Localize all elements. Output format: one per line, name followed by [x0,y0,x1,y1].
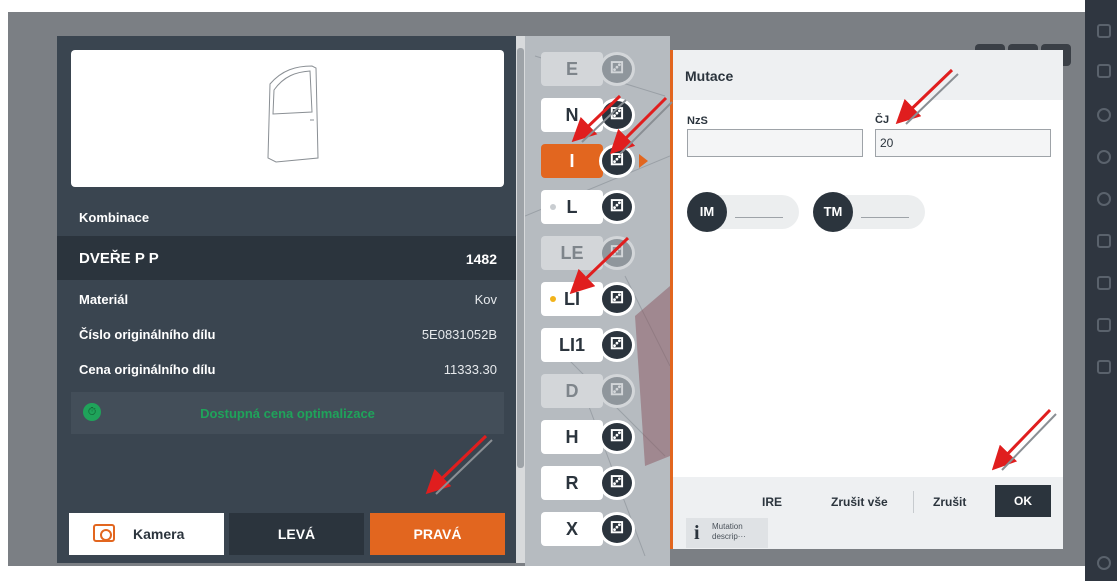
menu-icon[interactable] [1097,24,1111,38]
part-name: DVEŘE P P [79,250,159,267]
view-tile-label: X [541,512,603,546]
cj-input[interactable] [875,129,1051,157]
view-tile-label: LE [541,236,603,270]
view-toggle-icon[interactable]: ⚂ [599,512,635,546]
mutation-dialog-footer: IRE Zrušit vše Zrušit OK i Mutation descr… [673,477,1063,549]
view-tile[interactable]: R ⚂ [541,466,641,500]
status-dot [550,296,556,302]
mutation-dialog-title: Mutace [685,68,734,84]
view-tile[interactable]: N ⚂ [541,98,641,132]
view-toggle-icon[interactable]: ⚂ [599,98,635,132]
view-tile-label: E [541,52,603,86]
status-dot [550,204,556,210]
view-tile: D ⚂ [541,374,641,408]
car-icon[interactable] [1097,64,1111,78]
view-toggle-icon[interactable]: ⚂ [599,466,635,500]
view-toggle-icon[interactable]: ⚂ [599,328,635,362]
camera-button-label: Kamera [133,526,185,542]
part-image-card [71,50,504,187]
view-tile: E ⚂ [541,52,641,86]
ok-button[interactable]: OK [995,485,1051,517]
view-tile-label: D [541,374,603,408]
original-part-number-row: Číslo originálního dílu 5E0831052B [79,327,497,342]
view-toggle-icon[interactable]: ⚂ [599,52,635,86]
view-toggle-icon[interactable]: ⚂ [599,236,635,270]
price-optimization-banner[interactable]: ⏱ Dostupná cena optimalizace [71,392,504,434]
view-tile-label: R [541,466,603,500]
nzs-label: NzS [687,115,708,127]
bottom-strip [0,566,1085,581]
document-icon[interactable] [1097,318,1111,332]
monitor-icon[interactable] [1097,276,1111,290]
view-tile[interactable]: LI ⚂ [541,282,641,316]
info-sidebar-icon[interactable] [1097,556,1111,570]
mutation-description-line2: descrip··· [712,532,746,541]
cancel-button[interactable]: Zrušit [933,495,966,509]
original-part-price-row: Cena originálního dílu 11333.30 [79,362,497,377]
tm-badge: TM [813,192,853,232]
tm-value-line [861,217,909,218]
info-icon: i [694,522,700,544]
view-tile[interactable]: LI1 ⚂ [541,328,641,362]
document-edit-icon[interactable] [1097,360,1111,374]
panel-scrollbar[interactable] [516,36,525,563]
cancel-all-button[interactable]: Zrušit vše [831,495,888,509]
view-tile[interactable]: L ⚂ [541,190,641,224]
part-row[interactable]: DVEŘE P P 1482 [57,236,519,280]
mutation-dialog: Mutace NzS ČJ IM TM IRE Zrušit vše Zruši… [670,50,1063,549]
nzs-input[interactable] [687,129,863,157]
view-toggle-icon[interactable]: ⚂ [599,190,635,224]
part-info-panel: Kombinace DVEŘE P P 1482 Materiál Kov Čí… [57,36,519,563]
cj-label: ČJ [875,114,890,126]
price-optimization-text: Dostupná cena optimalizace [200,406,375,421]
camera-button[interactable]: Kamera [69,513,224,555]
original-part-price-value: 11333.30 [443,362,497,377]
settings-icon[interactable] [1097,108,1111,122]
left-side-button[interactable]: LEVÁ [229,513,364,555]
original-part-number-label: Číslo originálního dílu [79,327,216,342]
door-drawing [267,65,319,163]
original-part-number-value: 5E0831052B [421,327,497,342]
mutation-dialog-header: Mutace [673,50,1063,100]
view-tile-label: N [541,98,603,132]
view-toggle-icon[interactable]: ⚂ [599,374,635,408]
material-row: Materiál Kov [79,292,497,307]
top-strip [0,0,1085,12]
footer-separator [913,491,914,513]
view-tile-list: E ⚂ N ⚂ I ⚂ L ⚂ LE ⚂ LI ⚂ LI1 ⚂ D ⚂ H ⚂ R ⚂ X ⚂ [525,36,670,566]
mutation-description[interactable]: i Mutation descrip··· [686,518,768,548]
view-toggle-icon[interactable]: ⚂ [599,420,635,454]
camera-sidebar-icon[interactable] [1097,234,1111,248]
view-tile: LE ⚂ [541,236,641,270]
im-badge: IM [687,192,727,232]
view-toggle-icon[interactable]: ⚂ [599,144,635,178]
material-value: Kov [474,292,497,307]
part-code: 1482 [465,251,497,267]
search-icon[interactable] [1097,150,1111,164]
scrollbar-thumb[interactable] [517,48,524,468]
right-side-button[interactable]: PRAVÁ [370,513,505,555]
im-value-line [735,217,783,218]
view-tile[interactable]: H ⚂ [541,420,641,454]
view-tile-label: LI1 [541,328,603,362]
ire-button[interactable]: IRE [762,495,782,509]
camera-icon [93,524,115,542]
view-tile-label: H [541,420,603,454]
view-tile-label: I [541,144,603,178]
right-sidebar [1085,0,1117,581]
mutation-description-line1: Mutation [712,522,743,531]
view-toggle-icon[interactable]: ⚂ [599,282,635,316]
original-part-price-label: Cena originálního dílu [79,362,216,377]
view-tile[interactable]: X ⚂ [541,512,641,546]
left-strip [0,0,8,581]
gear-icon[interactable] [1097,192,1111,206]
mutation-description-text: Mutation descrip··· [712,522,766,542]
combination-label: Kombinace [79,210,150,225]
material-label: Materiál [79,292,129,307]
view-tile[interactable]: I ⚂ [541,144,648,178]
